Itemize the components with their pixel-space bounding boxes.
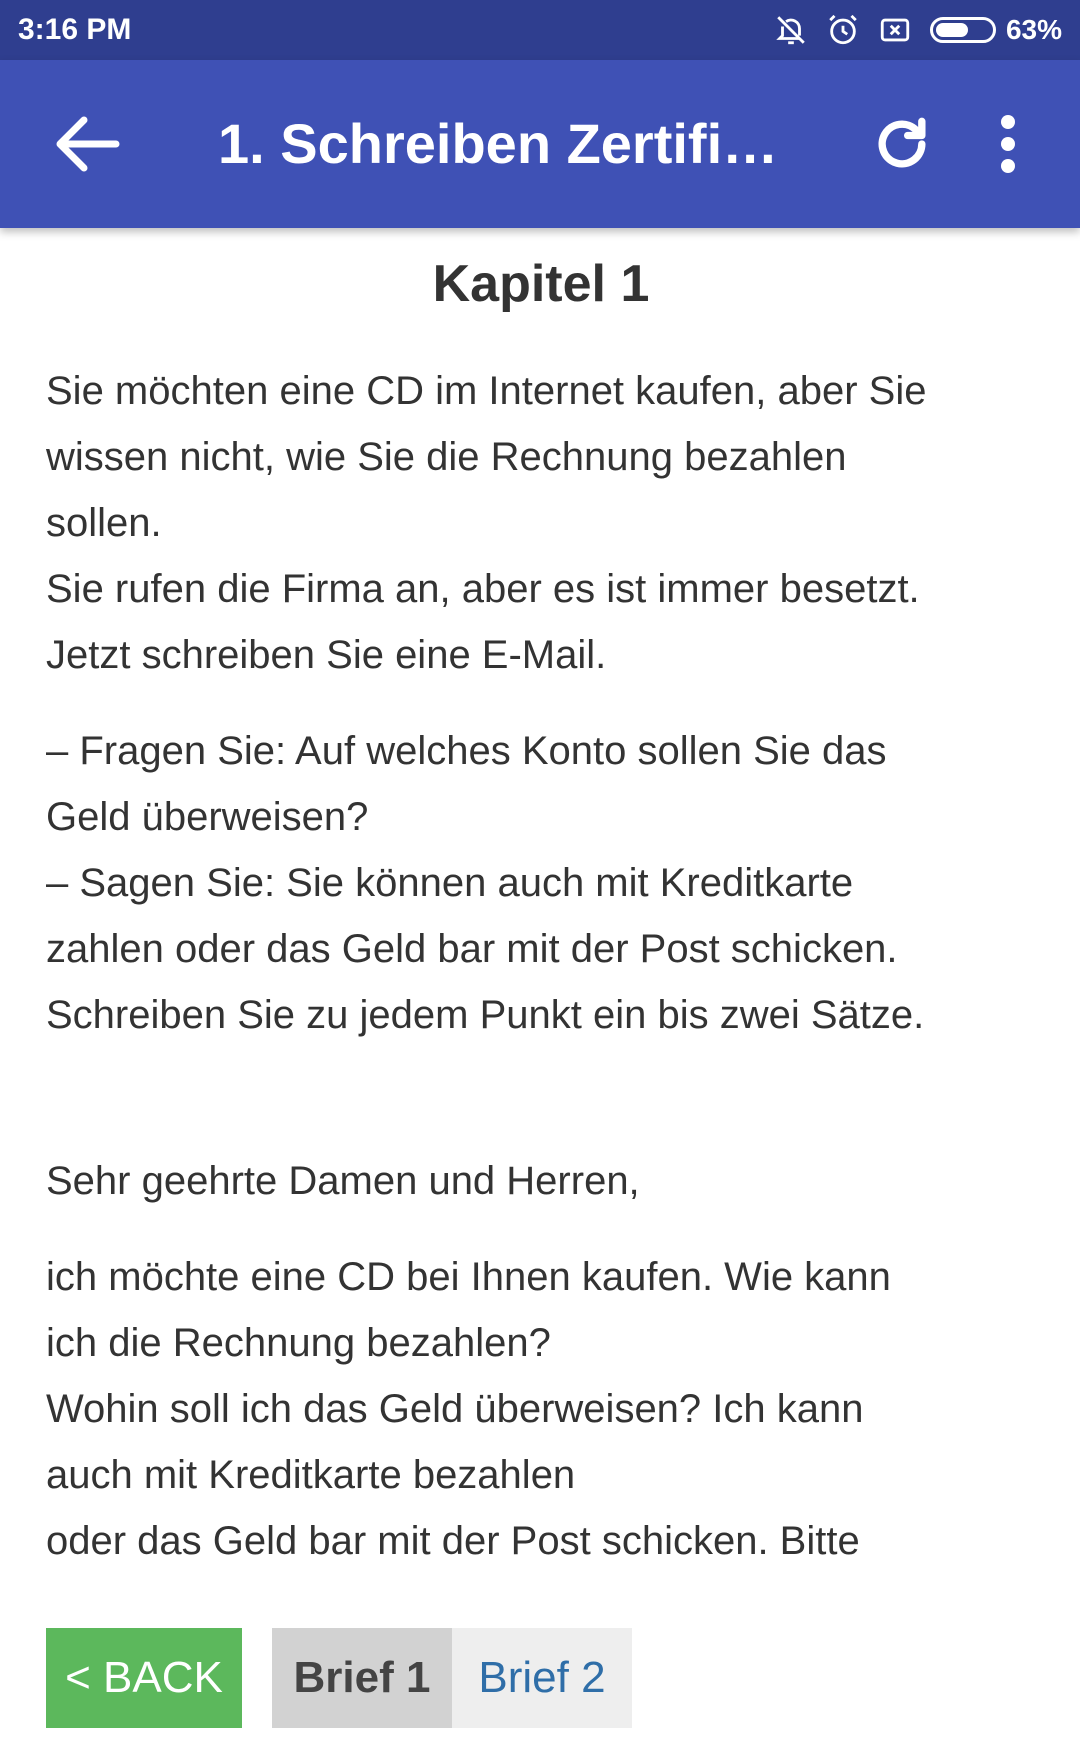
task-points: – Fragen Sie: Auf welches Konto sollen S… (46, 718, 1036, 1048)
task-intro: Sie möchten eine CD im Internet kaufen, … (46, 358, 1036, 688)
text-line: ich möchte eine CD bei Ihnen kaufen. Wie… (46, 1255, 891, 1299)
letter-body: ich möchte eine CD bei Ihnen kaufen. Wie… (46, 1244, 1036, 1574)
text-line: sollen. (46, 501, 162, 545)
text-line: Geld überweisen? (46, 795, 369, 839)
text-line: wissen nicht, wie Sie die Rechnung bezah… (46, 435, 847, 479)
more-options-button[interactable] (980, 108, 1036, 180)
back-arrow-button[interactable] (50, 112, 122, 176)
refresh-icon (878, 117, 926, 168)
refresh-button[interactable] (868, 110, 936, 178)
text-line: zahlen oder das Geld bar mit der Post sc… (46, 927, 898, 971)
page-title: 1. Schreiben Zertifik... (218, 112, 798, 175)
letter-greeting: Sehr geehrte Damen und Herren, (46, 1159, 640, 1203)
text-line: Jetzt schreiben Sie eine E-Mail. (46, 633, 607, 677)
chapter-title: Kapitel 1 (432, 255, 650, 313)
status-bar: 3:16 PM 63% (0, 0, 1080, 60)
text-line: Sie möchten eine CD im Internet kaufen, … (46, 369, 927, 413)
back-button[interactable]: < BACK (46, 1628, 242, 1728)
status-icons: 63% (774, 13, 1062, 47)
bottom-nav: < BACK Brief 1 Brief 2 (46, 1628, 632, 1728)
text-line: Schreiben Sie zu jedem Punkt ein bis zwe… (46, 993, 925, 1037)
battery-indicator: 63% (929, 14, 1062, 46)
battery-icon (929, 17, 996, 43)
text-line: Wohin soll ich das Geld überweisen? Ich … (46, 1387, 864, 1431)
close-box-icon (878, 13, 912, 47)
arrow-left-icon (56, 116, 120, 172)
bell-off-icon (774, 13, 808, 47)
text-line: Sie rufen die Firma an, aber es ist imme… (46, 567, 920, 611)
content-area: Kapitel 1 Sie möchten eine CD im Interne… (46, 240, 1036, 1604)
tab-brief-2[interactable]: Brief 2 (452, 1628, 632, 1728)
battery-fill (935, 23, 968, 37)
more-vert-icon (1001, 115, 1015, 173)
text-line: – Sagen Sie: Sie können auch mit Kreditk… (46, 861, 854, 905)
text-line: ich die Rechnung bezahlen? (46, 1321, 551, 1365)
battery-percent: 63% (1005, 14, 1062, 45)
text-line: auch mit Kreditkarte bezahlen (46, 1453, 576, 1497)
status-time: 3:16 PM (18, 13, 132, 46)
text-line: – Fragen Sie: Auf welches Konto sollen S… (46, 729, 887, 773)
text-line: oder das Geld bar mit der Post schicken.… (46, 1519, 860, 1563)
app-bar: 1. Schreiben Zertifik... (0, 60, 1080, 228)
tab-brief-1[interactable]: Brief 1 (272, 1628, 452, 1728)
alarm-icon (826, 13, 860, 47)
